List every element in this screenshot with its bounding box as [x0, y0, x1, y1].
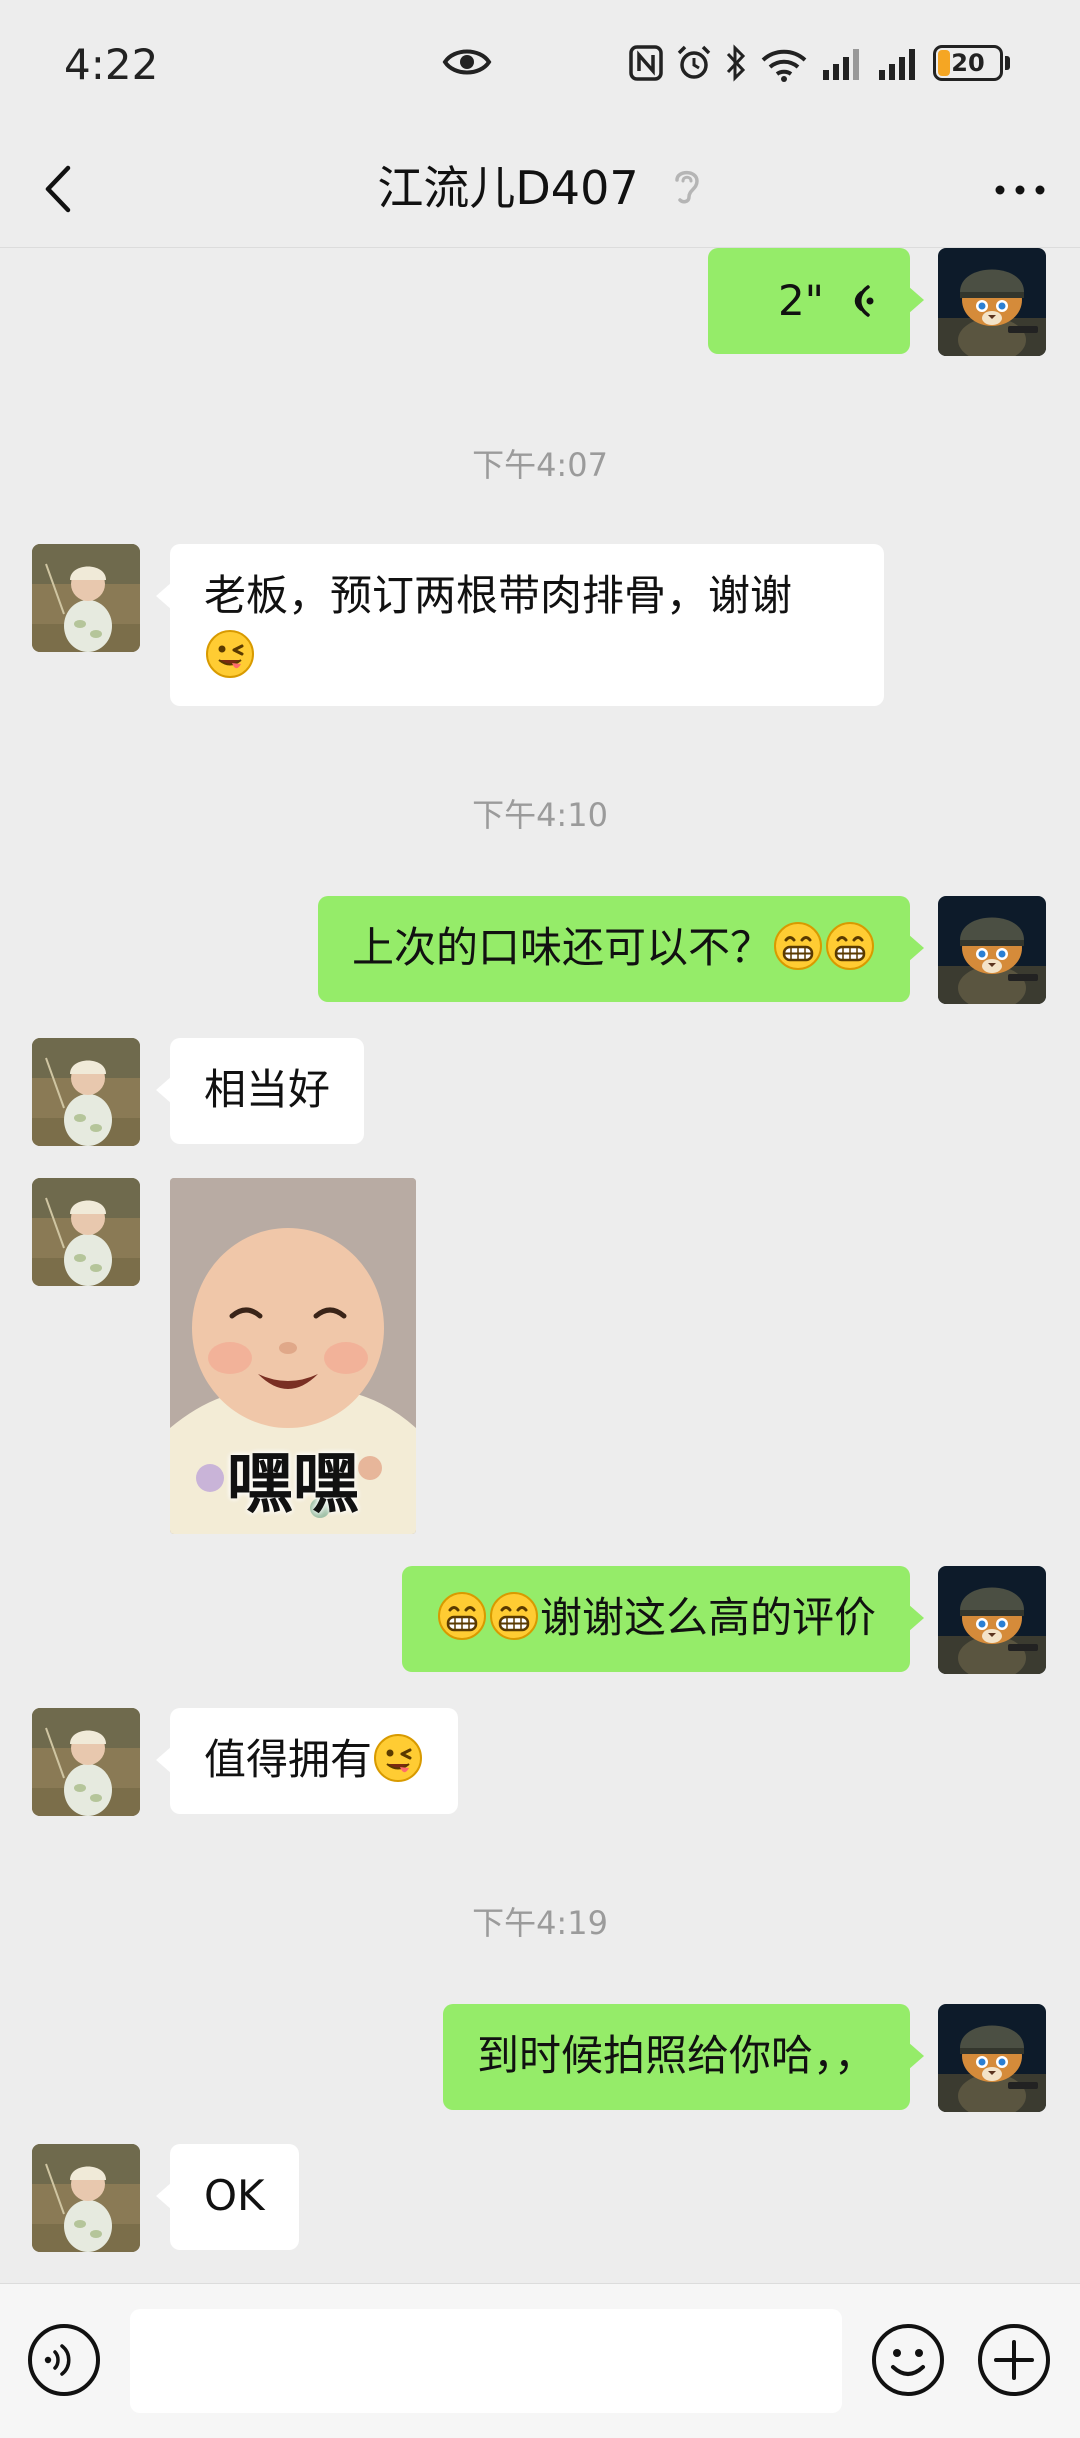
- sticker-caption: 嘿嘿: [227, 1445, 359, 1522]
- bluetooth-icon: [726, 44, 746, 82]
- chat-title: 江流儿D407: [377, 161, 639, 215]
- sticker-image[interactable]: 嘿嘿: [170, 1178, 416, 1534]
- chat-title-wrapper: 江流儿D407: [0, 152, 1080, 218]
- message-bubble[interactable]: OK: [156, 2144, 299, 2250]
- wink-emoji-icon: [205, 629, 255, 679]
- signal-icon-1: [823, 49, 859, 80]
- message-text: 上次的口味还可以不？: [351, 923, 772, 972]
- wifi-icon: [761, 49, 807, 82]
- plus-icon[interactable]: [976, 2322, 1052, 2398]
- status-bar: 4:22 20: [0, 0, 1080, 130]
- voice-input-toggle-icon[interactable]: [26, 2322, 102, 2398]
- chat-message-list[interactable]: 2" 下午4:07 老板，预订两根带肉排骨，谢谢 下午4:10 上次的口味还可以…: [0, 248, 1080, 2283]
- message-bubble[interactable]: 到时候拍照给你哈，，: [442, 2004, 925, 2110]
- message-text: 老板，预订两根带肉排骨，谢谢: [204, 571, 793, 620]
- voice-duration: 2": [777, 276, 824, 325]
- voice-message-bubble[interactable]: 2": [708, 248, 924, 354]
- timestamp: 下午4:19: [472, 1904, 608, 1942]
- alarm-icon: [677, 45, 711, 79]
- contact-avatar[interactable]: [32, 544, 140, 652]
- message-bubble[interactable]: 值得拥有: [155, 1708, 459, 1814]
- message-input[interactable]: [130, 2309, 842, 2413]
- grin-emoji-icon: [825, 921, 875, 971]
- my-avatar[interactable]: [938, 896, 1046, 1004]
- eye-icon: [442, 49, 492, 75]
- status-icons: 20: [629, 44, 1010, 82]
- voice-message-icon: [854, 285, 874, 317]
- chat-input-bar: [0, 2283, 1080, 2438]
- timestamp: 下午4:07: [472, 446, 608, 484]
- grin-emoji-icon: [489, 1591, 539, 1641]
- my-avatar[interactable]: [938, 1566, 1046, 1674]
- timestamp: 下午4:10: [472, 796, 608, 834]
- contact-avatar[interactable]: [32, 1178, 140, 1286]
- message-text: 相当好: [204, 1065, 331, 1114]
- message-bubble[interactable]: 老板，预订两根带肉排骨，谢谢: [156, 544, 884, 706]
- grin-emoji-icon: [773, 921, 823, 971]
- message-bubble[interactable]: 相当好: [155, 1038, 365, 1144]
- more-dots-icon[interactable]: [992, 170, 1048, 210]
- message-bubble[interactable]: 谢谢这么高的评价: [401, 1566, 925, 1672]
- chat-header: 江流儿D407: [0, 130, 1080, 248]
- my-avatar[interactable]: [938, 2004, 1046, 2112]
- contact-avatar[interactable]: [32, 2144, 140, 2252]
- message-text: 到时候拍照给你哈，，: [476, 2031, 876, 2080]
- battery-nub: [1005, 56, 1010, 70]
- message-bubble[interactable]: 上次的口味还可以不？: [317, 896, 925, 1002]
- signal-icon-2: [879, 49, 915, 80]
- message-text: OK: [204, 2171, 265, 2220]
- smiley-icon[interactable]: [870, 2322, 946, 2398]
- contact-avatar[interactable]: [32, 1708, 140, 1816]
- grin-emoji-icon: [437, 1591, 487, 1641]
- nfc-icon: [629, 45, 663, 81]
- message-text: 值得拥有: [204, 1735, 373, 1784]
- ear-icon: [674, 170, 699, 204]
- battery-level: 20: [951, 49, 985, 77]
- battery-indicator: 20: [933, 45, 1003, 81]
- my-avatar[interactable]: [938, 248, 1046, 356]
- message-text: 谢谢这么高的评价: [539, 1593, 876, 1642]
- status-time: 4:22: [64, 40, 159, 89]
- contact-avatar[interactable]: [32, 1038, 140, 1146]
- wink-emoji-icon: [373, 1733, 423, 1783]
